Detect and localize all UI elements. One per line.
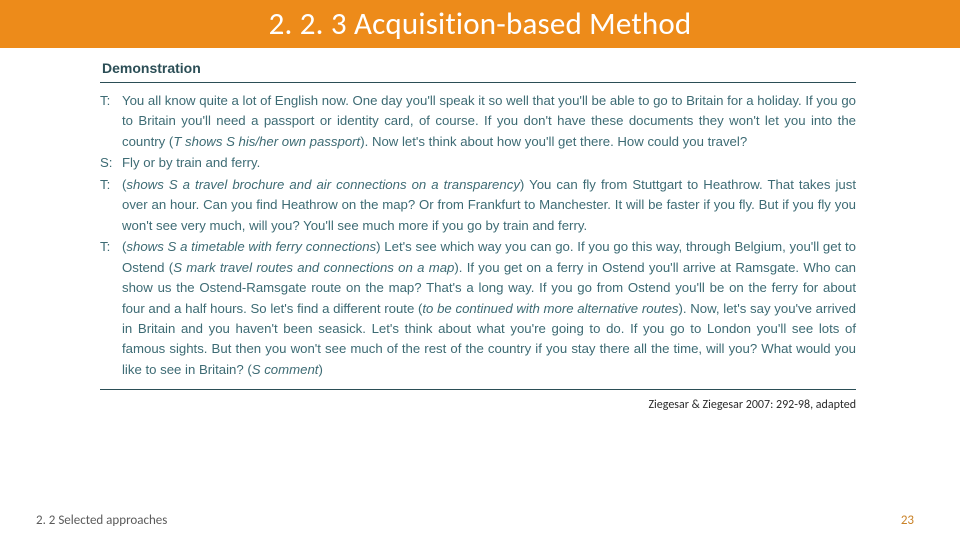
utterance-text: (shows S a travel brochure and air conne…: [122, 175, 856, 236]
demonstration-header: Demonstration: [100, 56, 856, 83]
speaker-label: T:: [100, 91, 122, 152]
slide: 2. 2. 3 Acquisition-based Method Demonst…: [0, 0, 960, 540]
speaker-label: S:: [100, 153, 122, 173]
content-area: Demonstration T: You all know quite a lo…: [0, 48, 960, 390]
title-band: 2. 2. 3 Acquisition-based Method: [0, 0, 960, 48]
citation-text: Ziegesar & Ziegesar 2007: 292-98, adapte…: [0, 390, 960, 412]
slide-title: 2. 2. 3 Acquisition-based Method: [269, 5, 692, 43]
speaker-label: T:: [100, 175, 122, 236]
demonstration-body: T: You all know quite a lot of English n…: [100, 83, 856, 390]
page-number: 23: [901, 513, 914, 528]
footer-section-label: 2. 2 Selected approaches: [36, 513, 167, 528]
utterance-text: (shows S a timetable with ferry connecti…: [122, 237, 856, 380]
dialogue-turn: T: You all know quite a lot of English n…: [100, 91, 856, 152]
dialogue-turn: S: Fly or by train and ferry.: [100, 153, 856, 173]
demonstration-block: Demonstration T: You all know quite a lo…: [100, 56, 856, 390]
speaker-label: T:: [100, 237, 122, 380]
slide-footer: 2. 2 Selected approaches 23: [0, 513, 960, 528]
utterance-text: You all know quite a lot of English now.…: [122, 91, 856, 152]
utterance-text: Fly or by train and ferry.: [122, 153, 856, 173]
dialogue-turn: T: (shows S a travel brochure and air co…: [100, 175, 856, 236]
dialogue-turn: T: (shows S a timetable with ferry conne…: [100, 237, 856, 380]
